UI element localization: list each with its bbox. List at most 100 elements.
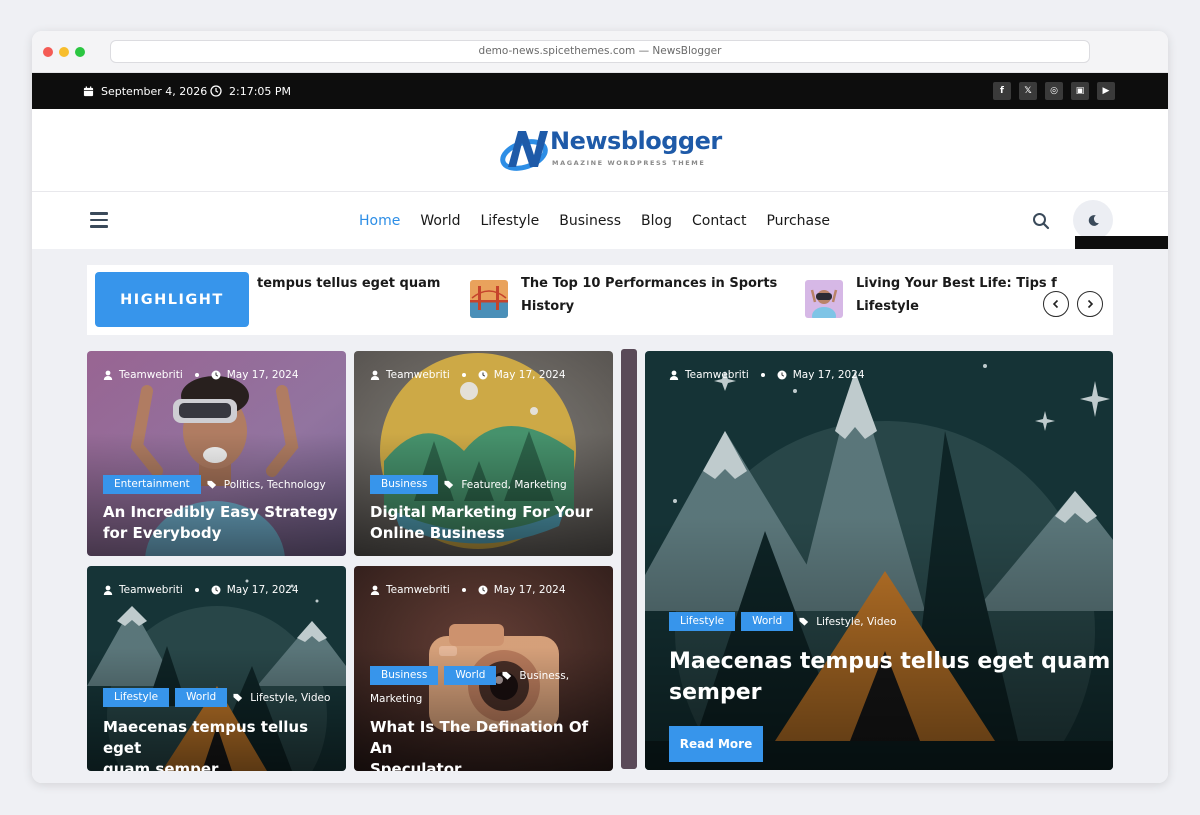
post-tags[interactable]: Lifestyle, Video xyxy=(816,616,896,628)
social-links: f 𝕏 ◎ ▣ ▶ xyxy=(993,82,1115,100)
youtube-icon[interactable]: ▶ xyxy=(1097,82,1115,100)
post-title[interactable]: What Is The Defination Of An Speculator xyxy=(370,717,613,771)
clock-icon xyxy=(211,370,221,380)
date-text: September 4, 2026 xyxy=(101,84,208,98)
dark-mode-toggle[interactable] xyxy=(1073,200,1113,240)
nav-item-contact[interactable]: Contact xyxy=(692,213,746,229)
ticker-item-title[interactable]: Living Your Best Life: Tips f Lifestyle xyxy=(856,272,1057,318)
nav-item-home[interactable]: Home xyxy=(359,213,400,229)
ticker-thumbnail[interactable] xyxy=(805,280,843,318)
tags-icon xyxy=(444,480,454,489)
dribbble-icon[interactable]: ◎ xyxy=(1045,82,1063,100)
ticker-item-title[interactable]: The Top 10 Performances in Sports Histor… xyxy=(521,272,777,318)
hamburger-menu-icon[interactable] xyxy=(90,212,108,228)
post-card[interactable]: Teamwebriti May 17, 2024 Entertainment P… xyxy=(87,351,346,556)
chevron-right-icon xyxy=(1087,299,1094,309)
post-categories: Business Featured, Marketing xyxy=(370,475,567,494)
logo-mark-icon xyxy=(500,131,548,171)
user-icon xyxy=(669,370,679,380)
post-tags[interactable]: Politics, Technology xyxy=(224,479,326,491)
category-tag[interactable]: World xyxy=(175,688,228,707)
post-title[interactable]: Maecenas tempus tellus eget quam semper xyxy=(103,717,346,771)
post-categories-overflow: Marketing xyxy=(370,693,422,705)
category-tag[interactable]: World xyxy=(741,612,794,631)
post-author[interactable]: Teamwebriti xyxy=(386,369,450,381)
moon-icon xyxy=(1088,214,1099,226)
post-card[interactable]: Teamwebriti May 17, 2024 Business World … xyxy=(354,566,613,771)
tags-icon xyxy=(799,617,809,626)
category-tag[interactable]: Business xyxy=(370,475,439,494)
main-navigation: Home World Lifestyle Business Blog Conta… xyxy=(32,192,1168,249)
post-categories: Lifestyle World Lifestyle, Video xyxy=(103,688,330,707)
nav-menu: Home World Lifestyle Business Blog Conta… xyxy=(359,192,830,249)
post-card[interactable]: Teamwebriti May 17, 2024 Lifestyle World… xyxy=(87,566,346,771)
post-categories: Lifestyle World Lifestyle, Video xyxy=(669,612,896,631)
user-icon xyxy=(370,585,380,595)
time-text: 2:17:05 PM xyxy=(229,84,292,98)
search-icon[interactable] xyxy=(1032,212,1050,230)
logo-name: Newsblogger xyxy=(550,127,722,155)
category-tag[interactable]: Lifestyle xyxy=(103,688,170,707)
post-meta: Teamwebriti May 17, 2024 xyxy=(103,369,299,381)
post-date[interactable]: May 17, 2024 xyxy=(494,584,566,596)
nav-item-purchase[interactable]: Purchase xyxy=(766,213,830,229)
main-content: tempus tellus eget quam The Top 10 Perfo… xyxy=(32,249,1168,783)
post-title[interactable]: An Incredibly Easy Strategy for Everybod… xyxy=(103,502,338,544)
browser-window: demo-news.spicethemes.com — NewsBlogger … xyxy=(32,31,1168,783)
address-bar[interactable]: demo-news.spicethemes.com — NewsBlogger xyxy=(110,40,1090,63)
ticker-prev-button[interactable] xyxy=(1043,291,1069,317)
post-title[interactable]: Digital Marketing For Your Online Busine… xyxy=(370,502,593,544)
post-date[interactable]: May 17, 2024 xyxy=(227,584,299,596)
clock-icon xyxy=(478,585,488,595)
site-logo[interactable]: Newsblogger MAGAZINE WORDPRESS THEME xyxy=(500,123,722,179)
post-meta: Teamwebriti May 17, 2024 xyxy=(669,369,865,381)
nav-item-lifestyle[interactable]: Lifestyle xyxy=(480,213,539,229)
close-window-button[interactable] xyxy=(43,47,53,57)
post-tags[interactable]: Business, xyxy=(519,670,569,682)
facebook-icon[interactable]: f xyxy=(993,82,1011,100)
category-tag[interactable]: Business xyxy=(370,666,439,685)
post-tags[interactable]: Featured, Marketing xyxy=(461,479,566,491)
nav-item-blog[interactable]: Blog xyxy=(641,213,672,229)
ticker-next-button[interactable] xyxy=(1077,291,1103,317)
ticker-item-title[interactable]: tempus tellus eget quam xyxy=(257,272,440,295)
clock-icon xyxy=(211,585,221,595)
instagram-icon[interactable]: ▣ xyxy=(1071,82,1089,100)
post-tags[interactable]: Lifestyle, Video xyxy=(250,692,330,704)
post-tags[interactable]: Marketing xyxy=(370,693,422,705)
clock-icon xyxy=(210,85,222,97)
tags-icon xyxy=(207,480,216,489)
x-icon[interactable]: 𝕏 xyxy=(1019,82,1037,100)
post-author[interactable]: Teamwebriti xyxy=(685,369,749,381)
ticker-thumbnail[interactable] xyxy=(470,280,508,318)
clock-icon xyxy=(478,370,488,380)
maximize-window-button[interactable] xyxy=(75,47,85,57)
current-date: September 4, 2026 xyxy=(83,73,207,109)
post-card[interactable]: Teamwebriti May 17, 2024 Business Featur… xyxy=(354,351,613,556)
user-icon xyxy=(370,370,380,380)
current-time: 2:17:05 PM xyxy=(210,73,291,109)
post-date[interactable]: May 17, 2024 xyxy=(494,369,566,381)
post-meta: Teamwebriti May 17, 2024 xyxy=(103,584,299,596)
minimize-window-button[interactable] xyxy=(59,47,69,57)
post-categories: Business World Business, xyxy=(370,666,600,685)
post-author[interactable]: Teamwebriti xyxy=(119,584,183,596)
post-date[interactable]: May 17, 2024 xyxy=(793,369,865,381)
user-icon xyxy=(103,370,113,380)
read-more-button[interactable]: Read More xyxy=(669,726,763,762)
site-header: Newsblogger MAGAZINE WORDPRESS THEME xyxy=(32,109,1168,192)
category-tag[interactable]: Lifestyle xyxy=(669,612,736,631)
calendar-icon xyxy=(83,85,94,96)
post-title[interactable]: Maecenas tempus tellus eget quam semper xyxy=(669,646,1110,708)
post-date[interactable]: May 17, 2024 xyxy=(227,369,299,381)
post-author[interactable]: Teamwebriti xyxy=(119,369,183,381)
post-author[interactable]: Teamwebriti xyxy=(386,584,450,596)
post-categories: Entertainment Politics, Technology xyxy=(103,475,326,494)
slider-edge xyxy=(621,349,637,769)
category-tag[interactable]: World xyxy=(444,666,497,685)
chevron-left-icon xyxy=(1052,299,1059,309)
featured-post-card[interactable]: Teamwebriti May 17, 2024 Lifestyle World… xyxy=(645,351,1113,770)
category-tag[interactable]: Entertainment xyxy=(103,475,201,494)
nav-item-business[interactable]: Business xyxy=(559,213,621,229)
nav-item-world[interactable]: World xyxy=(420,213,460,229)
